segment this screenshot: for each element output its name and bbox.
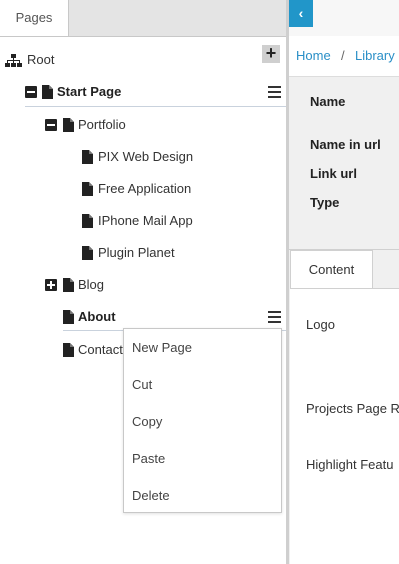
page-icon bbox=[82, 246, 93, 260]
tree-item-about[interactable]: About bbox=[0, 305, 286, 329]
tab-bar: Pages bbox=[0, 0, 286, 37]
field-label-logo: Logo bbox=[306, 317, 335, 332]
page-icon bbox=[63, 118, 74, 132]
page-icon bbox=[42, 85, 53, 99]
tree-label-contact: Contact bbox=[78, 342, 123, 357]
tree-label-about: About bbox=[78, 309, 116, 324]
tree-label: Free Application bbox=[98, 181, 192, 196]
collapse-left-icon[interactable]: ‹ bbox=[289, 0, 313, 27]
field-label-projects-page: Projects Page R bbox=[306, 401, 399, 416]
editor-toolbar: ‹ bbox=[289, 0, 399, 37]
tree-label: PIX Web Design bbox=[98, 149, 194, 164]
page-icon bbox=[63, 343, 74, 357]
breadcrumb: Home / Library bbox=[289, 36, 399, 77]
tree-item-child[interactable]: Free Application bbox=[0, 177, 286, 201]
field-label-name: Name bbox=[310, 94, 346, 109]
field-label-type: Type bbox=[310, 195, 340, 210]
menu-item-new-page[interactable]: New Page bbox=[132, 337, 192, 359]
tree-item-blog[interactable]: Blog bbox=[0, 273, 286, 297]
page-icon bbox=[82, 150, 93, 164]
tree-item-start-page[interactable]: Start Page bbox=[0, 80, 286, 104]
tree-item-child[interactable]: IPhone Mail App bbox=[0, 209, 286, 233]
expand-icon[interactable] bbox=[45, 279, 57, 291]
tree-label-start-page: Start Page bbox=[57, 84, 122, 99]
tree-label-root: Root bbox=[27, 52, 55, 67]
tree-label: Plugin Planet bbox=[98, 245, 175, 260]
tab-content[interactable]: Content bbox=[290, 250, 373, 288]
hamburger-menu-icon[interactable] bbox=[268, 311, 281, 323]
page-icon bbox=[63, 310, 74, 324]
tree-item-root[interactable]: Root bbox=[0, 48, 286, 72]
content-section: Content Logo Projects Page R Highlight F… bbox=[289, 249, 399, 564]
sitemap-icon bbox=[5, 54, 22, 67]
divider bbox=[25, 106, 286, 107]
content-panel: Logo Projects Page R Highlight Featu bbox=[290, 288, 399, 564]
menu-item-delete[interactable]: Delete bbox=[132, 485, 170, 507]
tree-label-blog: Blog bbox=[78, 277, 105, 292]
page-properties: Name Name in url Link url Type bbox=[289, 77, 399, 249]
tree-label-portfolio: Portfolio bbox=[78, 117, 126, 132]
collapse-icon[interactable] bbox=[25, 86, 37, 98]
tree-item-portfolio[interactable]: Portfolio bbox=[0, 113, 286, 137]
field-label-name-in-url: Name in url bbox=[310, 137, 381, 152]
breadcrumb-separator: / bbox=[341, 48, 345, 63]
editor-panel: ‹ Home / Library Name Name in url Link u… bbox=[289, 0, 399, 564]
tree-item-child[interactable]: Plugin Planet bbox=[0, 241, 286, 265]
tree-label: IPhone Mail App bbox=[98, 213, 193, 228]
page-icon bbox=[63, 278, 74, 292]
tree-item-child[interactable]: PIX Web Design bbox=[0, 145, 286, 169]
breadcrumb-library[interactable]: Library bbox=[355, 48, 395, 63]
field-label-highlight-features: Highlight Featu bbox=[306, 457, 394, 472]
collapse-icon[interactable] bbox=[45, 119, 57, 131]
page-icon bbox=[82, 182, 93, 196]
page-icon bbox=[82, 214, 93, 228]
field-label-link-url: Link url bbox=[310, 166, 357, 181]
pages-panel: Pages + Root Start Page Portfolio PIX We… bbox=[0, 0, 286, 564]
tab-pages[interactable]: Pages bbox=[0, 0, 69, 36]
menu-item-paste[interactable]: Paste bbox=[132, 448, 165, 470]
context-menu: New Page Cut Copy Paste Delete bbox=[123, 328, 282, 513]
menu-item-cut[interactable]: Cut bbox=[132, 374, 152, 396]
breadcrumb-home[interactable]: Home bbox=[296, 48, 331, 63]
menu-item-copy[interactable]: Copy bbox=[132, 411, 162, 433]
hamburger-menu-icon[interactable] bbox=[268, 86, 281, 98]
